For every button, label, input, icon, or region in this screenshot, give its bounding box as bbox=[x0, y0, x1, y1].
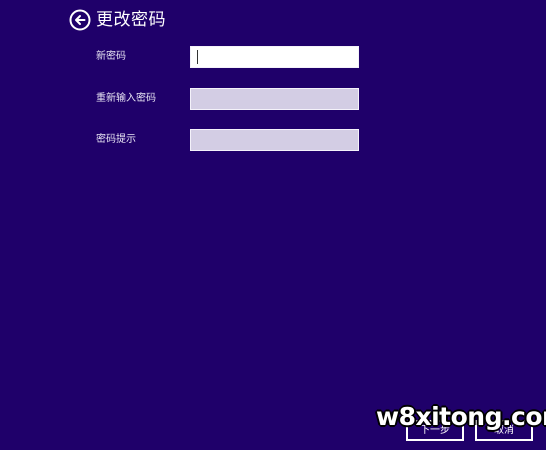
new-password-label: 新密码 bbox=[96, 51, 126, 62]
reenter-password-label: 重新输入密码 bbox=[96, 93, 156, 104]
page-title: 更改密码 bbox=[96, 10, 166, 30]
page-header: 更改密码 bbox=[69, 8, 166, 32]
new-password-row: 新密码 bbox=[0, 46, 546, 68]
password-hint-row: 密码提示 bbox=[0, 129, 546, 151]
back-arrow-circle-icon[interactable] bbox=[69, 9, 91, 31]
password-hint-label: 密码提示 bbox=[96, 134, 136, 145]
password-hint-input[interactable] bbox=[190, 129, 359, 151]
new-password-input[interactable] bbox=[190, 46, 359, 68]
watermark: w8xitong.com bbox=[376, 402, 546, 431]
text-caret bbox=[197, 50, 198, 64]
reenter-password-row: 重新输入密码 bbox=[0, 88, 546, 110]
reenter-password-input[interactable] bbox=[190, 88, 359, 110]
